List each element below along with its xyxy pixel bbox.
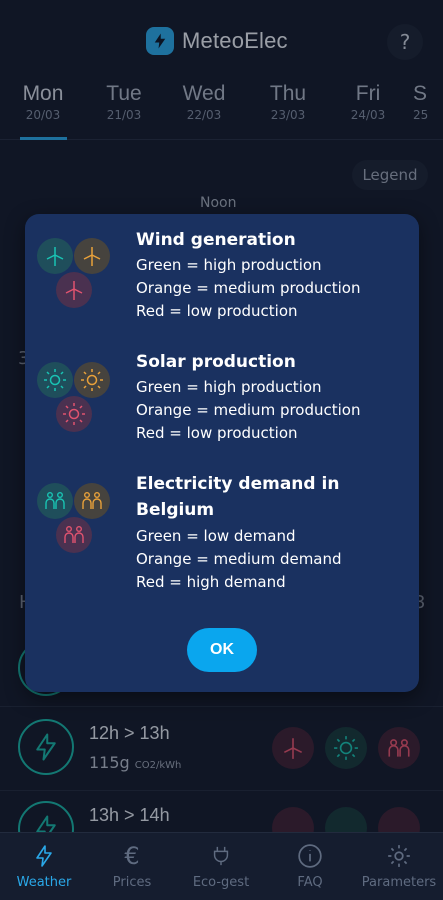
demand-icons — [37, 483, 147, 573]
bottom-nav: Weather € Prices Eco-gest FAQ Parameters — [0, 832, 443, 900]
nav-label: Weather — [16, 875, 72, 890]
legend-line: Green = high production — [136, 256, 322, 274]
section-title: Solar production — [136, 352, 296, 372]
euro-icon: € — [124, 842, 140, 870]
nav-parameters[interactable]: Parameters — [355, 841, 443, 890]
gear-icon — [355, 841, 443, 871]
ok-button[interactable]: OK — [187, 628, 257, 672]
section-title: Wind generation — [136, 230, 296, 250]
wind-icons — [37, 238, 147, 328]
legend-line: Red = high demand — [136, 573, 286, 591]
section-title: Electricity demand in Belgium — [136, 474, 340, 520]
legend-line: Red = low production — [136, 302, 298, 320]
legend-line: Orange = medium production — [136, 279, 361, 297]
legend-line: Green = low demand — [136, 527, 296, 545]
legend-line: Red = low production — [136, 424, 298, 442]
nav-eco-gest[interactable]: Eco-gest — [177, 841, 265, 890]
people-icon — [56, 517, 92, 553]
legend-dialog: Wind generation Green = high production … — [25, 214, 419, 692]
wind-turbine-icon — [56, 272, 92, 308]
bolt-icon — [0, 841, 88, 871]
wind-turbine-icon — [37, 238, 73, 274]
nav-label: Parameters — [361, 875, 437, 890]
people-icon — [37, 483, 73, 519]
sun-icon — [37, 362, 73, 398]
legend-line: Orange = medium demand — [136, 550, 342, 568]
nav-prices[interactable]: € Prices — [88, 841, 176, 890]
legend-line: Green = high production — [136, 378, 322, 396]
nav-label: FAQ — [297, 875, 323, 890]
legend-line: Orange = medium production — [136, 401, 361, 419]
nav-label: Eco-gest — [192, 875, 250, 890]
nav-weather[interactable]: Weather — [0, 841, 88, 890]
nav-faq[interactable]: FAQ — [266, 841, 354, 890]
info-icon — [266, 841, 354, 871]
solar-icons — [37, 362, 147, 452]
people-icon — [74, 483, 110, 519]
wind-turbine-icon — [74, 238, 110, 274]
sun-icon — [74, 362, 110, 398]
nav-label: Prices — [112, 875, 152, 890]
plug-icon — [177, 841, 265, 871]
sun-icon — [56, 396, 92, 432]
